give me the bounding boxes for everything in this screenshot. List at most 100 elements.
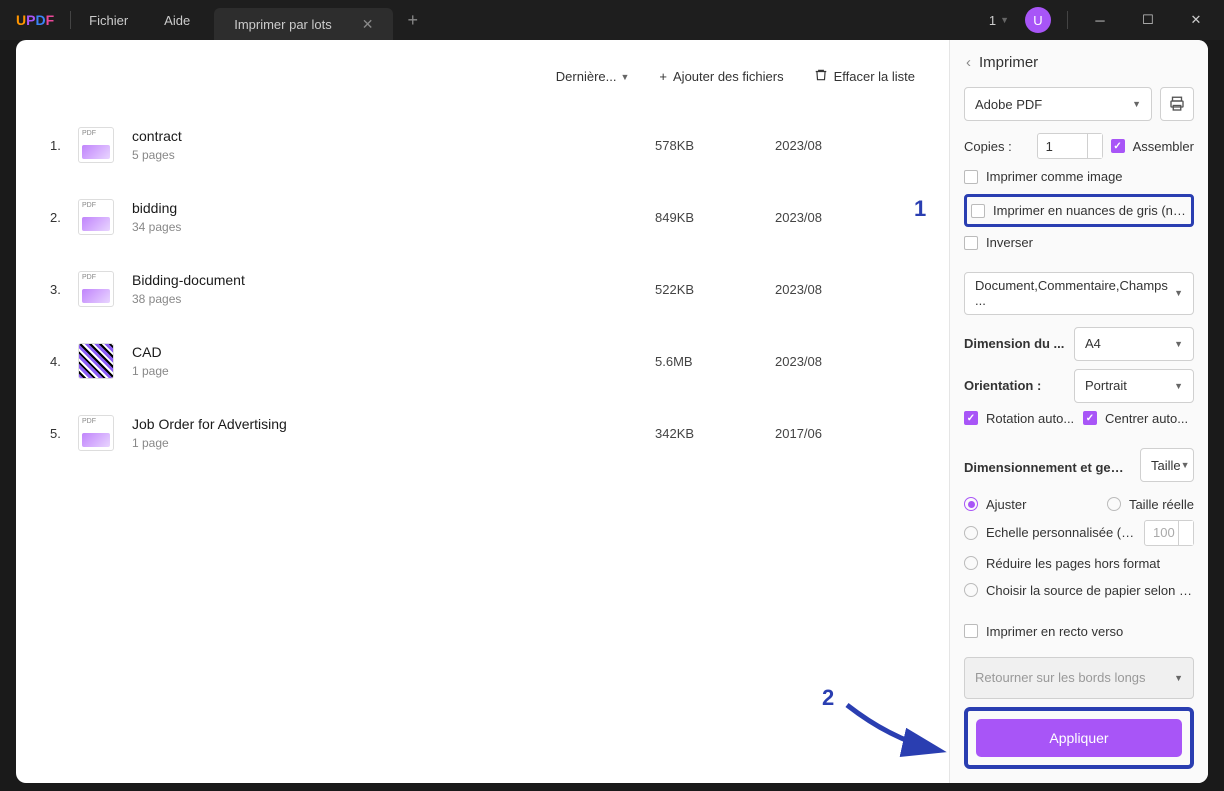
auto-rotate-checkbox[interactable] [964,411,978,425]
file-name: Job Order for Advertising [132,416,655,432]
add-files-button[interactable]: + Ajouter des fichiers [659,69,783,84]
close-icon[interactable]: ✕ [362,16,374,33]
add-files-label: Ajouter des fichiers [673,69,784,84]
file-info: contract 5 pages [132,128,655,162]
actual-size-radio[interactable] [1107,497,1121,511]
close-button[interactable]: ✕ [1180,4,1212,36]
highlight-2: Appliquer [964,707,1194,769]
collate-checkbox[interactable] [1111,139,1125,153]
dimension-label: Dimension du ... [964,336,1066,351]
file-pages: 5 pages [132,148,655,162]
tab-batch-print[interactable]: Imprimer par lots ✕ [214,8,393,40]
shrink-label: Réduire les pages hors format [986,556,1160,571]
menu-help[interactable]: Aide [146,13,208,28]
row-number: 5. [50,426,78,441]
apply-button[interactable]: Appliquer [976,719,1182,757]
file-date: 2023/08 [775,210,915,225]
auto-rotate-label: Rotation auto... [986,411,1075,426]
orientation-select[interactable]: Portrait ▼ [1074,369,1194,403]
flip-value: Retourner sur les bords longs [975,670,1146,685]
copies-input[interactable]: 1 [1037,133,1103,159]
row-number: 2. [50,210,78,225]
clear-list-button[interactable]: Effacer la liste [814,68,915,85]
orientation-label: Orientation : [964,378,1066,393]
auto-center-label: Centrer auto... [1105,411,1194,426]
file-date: 2023/08 [775,138,915,153]
annotation-2: 2 [822,685,834,711]
file-row[interactable]: 2. PDF bidding 34 pages 849KB 2023/08 [50,181,915,253]
plus-icon: + [659,69,667,84]
user-dropdown[interactable]: 1 ▼ [989,13,1009,28]
file-thumbnail: PDF [78,415,114,451]
dimension-select[interactable]: A4 ▼ [1074,327,1194,361]
file-list-area: Dernière... ▼ + Ajouter des fichiers Eff… [16,40,950,783]
file-size: 5.6MB [655,354,775,369]
file-name: Bidding-document [132,272,655,288]
shrink-radio[interactable] [964,556,978,570]
file-list: 1. PDF contract 5 pages 578KB 2023/08 2.… [50,109,915,469]
file-thumbnail: PDF [78,271,114,307]
orientation-value: Portrait [1085,378,1127,393]
chevron-down-icon: ▼ [1174,381,1183,391]
flip-select: Retourner sur les bords longs ▼ [964,657,1194,700]
file-size: 578KB [655,138,775,153]
chevron-down-icon: ▼ [1181,460,1190,470]
fit-label: Ajuster [986,497,1099,512]
invert-checkbox[interactable] [964,236,978,250]
printer-settings-button[interactable] [1160,87,1194,121]
auto-center-checkbox[interactable] [1083,411,1097,425]
annotation-1: 1 [914,196,926,222]
sort-dropdown[interactable]: Dernière... ▼ [556,69,630,84]
file-row[interactable]: 4. CAD 1 page 5.6MB 2023/08 [50,325,915,397]
file-thumbnail: PDF [78,199,114,235]
sizing-label: Dimensionnement et gesti.. [964,460,1130,475]
file-date: 2017/06 [775,426,915,441]
file-info: bidding 34 pages [132,200,655,234]
user-count-value: 1 [989,13,996,28]
titlebar: UPDF Fichier Aide Imprimer par lots ✕ + … [0,0,1224,40]
menu-file[interactable]: Fichier [71,13,146,28]
maximize-button[interactable]: ☐ [1132,4,1164,36]
back-icon[interactable]: ‹ [966,54,971,71]
file-name: contract [132,128,655,144]
file-pages: 38 pages [132,292,655,306]
collate-label: Assembler [1133,139,1194,154]
content-area: Dernière... ▼ + Ajouter des fichiers Eff… [16,40,1208,783]
file-info: Bidding-document 38 pages [132,272,655,306]
chevron-down-icon: ▼ [1132,99,1141,109]
fit-radio[interactable] [964,497,978,511]
print-as-image-checkbox[interactable] [964,170,978,184]
add-tab-button[interactable]: + [407,10,418,31]
file-pages: 1 page [132,364,655,378]
printer-select[interactable]: Adobe PDF ▼ [964,87,1152,121]
file-date: 2023/08 [775,354,915,369]
file-name: CAD [132,344,655,360]
file-row[interactable]: 1. PDF contract 5 pages 578KB 2023/08 [50,109,915,181]
content-select[interactable]: Document,Commentaire,Champs ... ▼ [964,272,1194,315]
row-number: 1. [50,138,78,153]
row-number: 3. [50,282,78,297]
chevron-down-icon: ▼ [621,72,630,82]
paper-source-radio[interactable] [964,583,978,597]
file-size: 849KB [655,210,775,225]
actual-size-label: Taille réelle [1129,497,1194,512]
file-size: 342KB [655,426,775,441]
custom-scale-radio[interactable] [964,526,978,540]
avatar[interactable]: U [1025,7,1051,33]
minimize-button[interactable]: ─ [1084,4,1116,36]
app-logo: UPDF [0,12,70,28]
chevron-down-icon: ▼ [1000,15,1009,25]
file-row[interactable]: 5. PDF Job Order for Advertising 1 page … [50,397,915,469]
grayscale-label: Imprimer en nuances de gris (noir et ... [993,203,1187,218]
clear-list-label: Effacer la liste [834,69,915,84]
grayscale-checkbox[interactable] [971,204,985,218]
duplex-label: Imprimer en recto verso [986,624,1123,639]
sizing-select[interactable]: Taille ▼ [1140,448,1194,482]
custom-scale-input[interactable]: 100 [1144,520,1194,546]
file-row[interactable]: 3. PDF Bidding-document 38 pages 522KB 2… [50,253,915,325]
duplex-checkbox[interactable] [964,624,978,638]
printer-icon [1168,95,1186,113]
content-value: Document,Commentaire,Champs ... [975,278,1174,308]
row-number: 4. [50,354,78,369]
trash-icon [814,68,828,85]
